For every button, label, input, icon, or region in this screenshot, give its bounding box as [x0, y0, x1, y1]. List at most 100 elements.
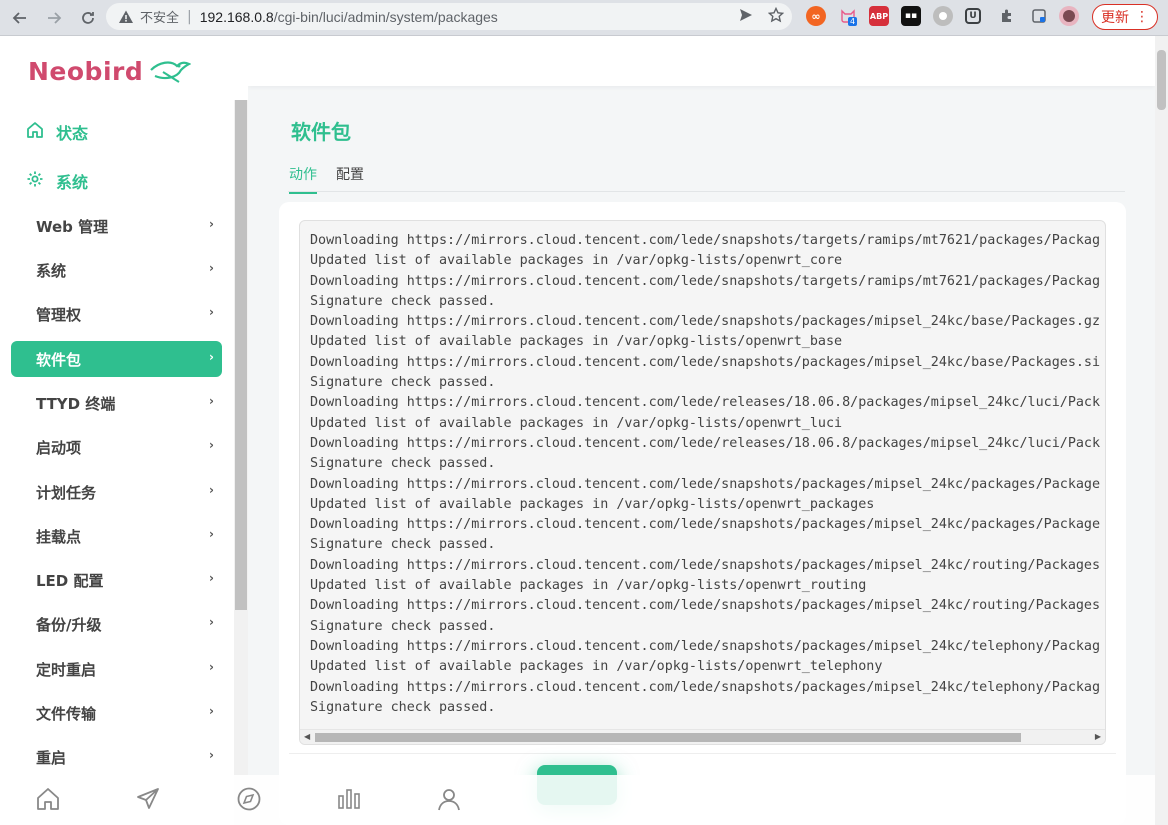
sidebar-item-web-admin[interactable]: Web 管理 ›	[11, 208, 222, 244]
extension-infinity-icon[interactable]: ∞	[806, 6, 826, 26]
log-line: Signature check passed.	[310, 456, 496, 472]
compass-icon[interactable]	[235, 785, 263, 813]
log-line: Downloading https://mirrors.cloud.tencen…	[310, 517, 1101, 533]
log-line: Signature check passed.	[310, 699, 496, 715]
log-line: Signature check passed.	[310, 375, 496, 391]
log-text: Downloading https://mirrors.cloud.tencen…	[310, 231, 1100, 718]
neobird-logo[interactable]: Neobird	[28, 54, 192, 88]
extension-badge: 4	[848, 17, 858, 26]
chevron-right-icon: ›	[209, 615, 214, 629]
sidebar-item-system-sub[interactable]: 系统 ›	[11, 252, 222, 288]
log-horizontal-scrollbar[interactable]: ◀ ▶	[300, 729, 1105, 744]
sidebar: Neobird 状态 系统 Web 管理 › 系统 › 管理权 › 软件包 › …	[0, 36, 248, 825]
log-line: Updated list of available packages in /v…	[310, 253, 843, 269]
home-icon	[26, 121, 44, 143]
bookmark-star-icon[interactable]	[767, 6, 785, 27]
chevron-right-icon: ›	[209, 438, 214, 452]
log-line: Downloading https://mirrors.cloud.tencen…	[310, 557, 1101, 573]
sidebar-item-led[interactable]: LED 配置 ›	[11, 562, 222, 598]
extension-circle-icon[interactable]	[933, 6, 953, 26]
sidepanel-icon[interactable]	[1029, 6, 1049, 26]
chevron-right-icon: ›	[209, 217, 214, 231]
log-line: Signature check passed.	[310, 618, 496, 634]
sidebar-item-packages[interactable]: 软件包 ›	[11, 341, 222, 377]
log-line: Downloading https://mirrors.cloud.tencen…	[310, 233, 1101, 248]
extensions-puzzle-icon[interactable]	[997, 6, 1017, 26]
address-bar[interactable]: 不安全 | 192.168.0.8/cgi-bin/luci/admin/sys…	[106, 3, 792, 30]
packages-card: Downloading https://mirrors.cloud.tencen…	[279, 202, 1126, 825]
profile-avatar[interactable]	[1059, 6, 1079, 26]
page-scrollbar-thumb[interactable]	[1157, 50, 1166, 110]
extension-face-icon[interactable]: ▪▪	[901, 6, 921, 26]
browser-update-button[interactable]: 更新 ⋮	[1092, 4, 1158, 30]
bar-chart-icon[interactable]	[335, 785, 363, 813]
log-line: Downloading https://mirrors.cloud.tencen…	[310, 476, 1101, 492]
chevron-right-icon: ›	[209, 748, 214, 762]
log-line: Updated list of available packages in /v…	[310, 334, 843, 350]
sidebar-item-reboot[interactable]: 重启 ›	[11, 739, 222, 775]
browser-toolbar: 不安全 | 192.168.0.8/cgi-bin/luci/admin/sys…	[0, 0, 1168, 36]
sidebar-item-status[interactable]: 状态	[26, 120, 88, 144]
tab-configuration[interactable]: 配置	[336, 164, 364, 192]
log-line: Updated list of available packages in /v…	[310, 415, 843, 431]
security-label: 不安全	[140, 11, 180, 26]
luci-page: Neobird 状态 系统 Web 管理 › 系统 › 管理权 › 软件包 › …	[0, 36, 1168, 825]
chevron-right-icon: ›	[209, 660, 214, 674]
log-line: Downloading https://mirrors.cloud.tencen…	[310, 273, 1101, 289]
sidebar-item-timed-reboot[interactable]: 定时重启 ›	[11, 651, 222, 687]
log-line: Downloading https://mirrors.cloud.tencen…	[310, 395, 1101, 411]
sidebar-item-ttyd[interactable]: TTYD 终端 ›	[11, 385, 222, 421]
sidebar-item-mount-points[interactable]: 挂载点 ›	[11, 518, 222, 554]
chevron-right-icon: ›	[209, 704, 214, 718]
scrollbar-thumb[interactable]	[315, 733, 1021, 742]
sidebar-item-admin-rights[interactable]: 管理权 ›	[11, 296, 222, 332]
extension-cat-icon[interactable]: 4	[838, 6, 858, 26]
log-line: Downloading https://mirrors.cloud.tencen…	[310, 314, 1101, 330]
log-line: Signature check passed.	[310, 537, 496, 553]
log-line: Updated list of available packages in /v…	[310, 578, 867, 594]
chevron-right-icon: ›	[209, 350, 214, 364]
scroll-right-icon[interactable]: ▶	[1095, 732, 1101, 741]
chevron-right-icon: ›	[209, 394, 214, 408]
back-icon[interactable]	[8, 6, 32, 30]
adblock-icon[interactable]: ABP	[869, 6, 889, 26]
menu-dots-icon: ⋮	[1135, 9, 1149, 25]
sidebar-item-backup-upgrade[interactable]: 备份/升级 ›	[11, 606, 222, 642]
page-title: 软件包	[291, 120, 351, 144]
chevron-right-icon: ›	[209, 571, 214, 585]
hummingbird-icon	[149, 56, 192, 88]
tab-actions[interactable]: 动作	[289, 164, 317, 194]
tab-bar: 动作 配置	[288, 164, 1125, 194]
main-content: 软件包 动作 配置 Downloading https://mirrors.cl…	[248, 86, 1155, 825]
log-line: Downloading https://mirrors.cloud.tencen…	[310, 679, 1101, 695]
page-scrollbar[interactable]	[1155, 36, 1168, 825]
chevron-right-icon: ›	[209, 261, 214, 275]
log-line: Updated list of available packages in /v…	[310, 496, 875, 512]
chevron-right-icon: ›	[209, 483, 214, 497]
extension-shield-icon[interactable]: U	[965, 8, 981, 24]
bottom-nav-bar	[0, 775, 1155, 825]
log-line: Downloading https://mirrors.cloud.tencen…	[310, 598, 1101, 614]
log-line: Downloading https://mirrors.cloud.tencen…	[310, 354, 1101, 370]
user-icon[interactable]	[435, 785, 463, 813]
sidebar-scrollbar[interactable]	[235, 100, 247, 610]
sidebar-item-file-transfer[interactable]: 文件传输 ›	[11, 695, 222, 731]
warning-icon[interactable]	[118, 9, 134, 25]
reload-icon[interactable]	[76, 6, 100, 30]
gear-icon	[26, 170, 44, 192]
chevron-right-icon: ›	[209, 527, 214, 541]
send-icon[interactable]	[738, 7, 754, 27]
paper-plane-icon[interactable]	[134, 785, 162, 813]
log-line: Downloading https://mirrors.cloud.tencen…	[310, 638, 1101, 654]
sidebar-item-startup[interactable]: 启动项 ›	[11, 429, 222, 465]
log-line: Downloading https://mirrors.cloud.tencen…	[310, 435, 1101, 451]
log-line: Updated list of available packages in /v…	[310, 659, 883, 675]
home-icon[interactable]	[34, 785, 62, 813]
forward-icon[interactable]	[42, 6, 66, 30]
opkg-output-log[interactable]: Downloading https://mirrors.cloud.tencen…	[299, 220, 1106, 745]
log-line: Signature check passed.	[310, 293, 496, 309]
sidebar-item-system[interactable]: 系统	[26, 169, 88, 193]
sidebar-item-scheduled-tasks[interactable]: 计划任务 ›	[11, 474, 222, 510]
scroll-left-icon[interactable]: ◀	[304, 732, 310, 741]
chevron-right-icon: ›	[209, 305, 214, 319]
